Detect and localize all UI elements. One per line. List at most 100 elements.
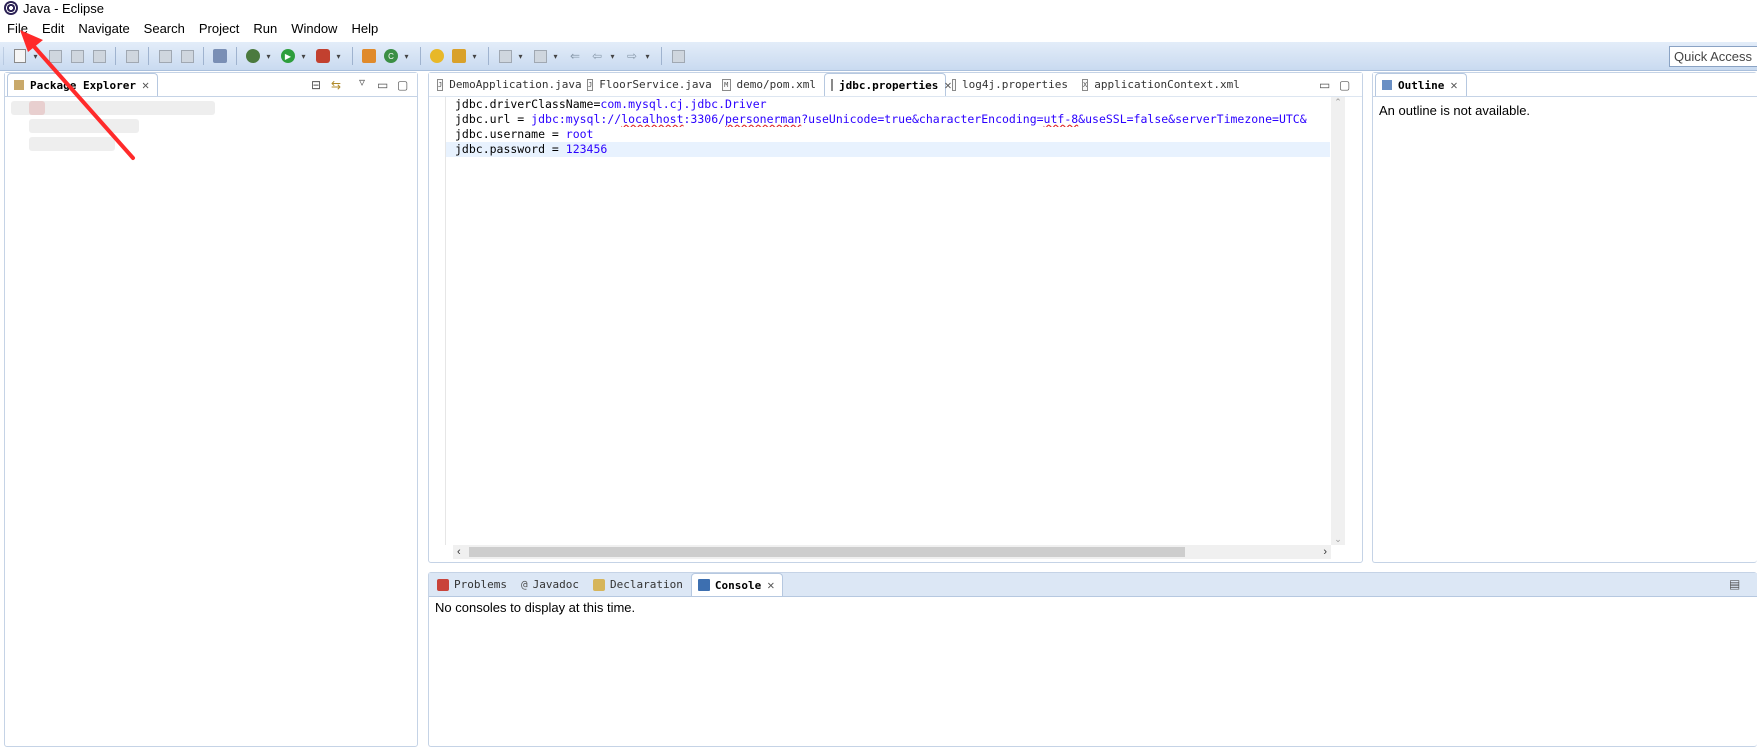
property-value: root [565, 127, 594, 141]
tab-log4j-properties[interactable]: log4j.properties [946, 73, 1076, 96]
open-type-icon[interactable] [428, 47, 446, 65]
search-dropdown-icon[interactable]: ▾ [470, 52, 479, 61]
new-package-icon[interactable] [360, 47, 378, 65]
prev-annotation-dropdown-icon[interactable]: ▾ [551, 52, 560, 61]
debug-icon[interactable] [244, 47, 262, 65]
toolbar-separator [352, 47, 353, 65]
toolbar-separator [420, 47, 421, 65]
menu-window[interactable]: Window [284, 18, 344, 40]
tab-jdbc-properties[interactable]: jdbc.properties ✕ [824, 73, 952, 96]
quick-access-input[interactable]: Quick Access [1669, 46, 1757, 67]
binary-icon[interactable] [123, 47, 141, 65]
url-segment: :3306/ [683, 112, 726, 126]
toolbar-separator [148, 47, 149, 65]
menu-run[interactable]: Run [246, 18, 284, 40]
tab-pom-xml[interactable]: M demo/pom.xml [716, 73, 824, 96]
package-explorer-tabbar: Package Explorer ✕ [5, 73, 417, 97]
tab-demoapplication-java[interactable]: J DemoApplication.java [431, 73, 582, 96]
menu-search[interactable]: Search [137, 18, 192, 40]
view-menu-icon[interactable]: ▿ [359, 75, 365, 89]
debug-dropdown-icon[interactable]: ▾ [264, 52, 273, 61]
pin-editor-icon[interactable] [669, 47, 687, 65]
code-line-current[interactable]: jdbc.password = 123456 [446, 142, 1330, 157]
tree-item-blurred[interactable] [29, 137, 115, 151]
property-key: jdbc.driverClassName= [455, 97, 601, 111]
minimize-icon[interactable]: ▭ [1319, 78, 1330, 92]
next-annotation-dropdown-icon[interactable]: ▾ [516, 52, 525, 61]
outline-icon [1382, 80, 1392, 90]
toggle-mark-icon[interactable] [156, 47, 174, 65]
menu-project[interactable]: Project [192, 18, 246, 40]
bottom-tabbar: Problems @ Javadoc Declaration Console ✕ [429, 573, 1757, 597]
tab-applicationcontext-xml[interactable]: X applicationContext.xml [1076, 73, 1240, 96]
tab-javadoc[interactable]: @ Javadoc [515, 573, 587, 596]
maven-file-icon: M [722, 78, 731, 91]
tab-console[interactable]: Console ✕ [690, 573, 784, 596]
eclipse-logo-icon [4, 1, 18, 15]
collapse-all-icon[interactable]: ⊟ [311, 78, 321, 92]
tab-label: Problems [454, 578, 507, 591]
toolbar-separator [203, 47, 204, 65]
vertical-scrollbar[interactable]: ⌃ ⌄ [1331, 97, 1345, 545]
url-segment: jdbc:mysql:// [531, 112, 622, 126]
menu-edit[interactable]: Edit [35, 18, 71, 40]
back-dropdown-icon[interactable]: ▾ [608, 52, 617, 61]
forward-dropdown-icon[interactable]: ▾ [643, 52, 652, 61]
forward-icon[interactable]: ⇨ [623, 47, 641, 65]
print-icon[interactable] [90, 47, 108, 65]
back-icon[interactable]: ⇦ [588, 47, 606, 65]
code-line[interactable]: jdbc.driverClassName=com.mysql.cj.jdbc.D… [446, 97, 1330, 112]
console-message: No consoles to display at this time. [435, 600, 636, 615]
run-icon[interactable]: ▶ [279, 47, 297, 65]
new-dropdown-icon[interactable]: ▾ [31, 52, 40, 61]
close-icon[interactable]: ✕ [142, 78, 149, 92]
save-all-icon[interactable] [68, 47, 86, 65]
tab-label: Outline [1398, 78, 1445, 92]
new-class-icon[interactable]: C [382, 47, 400, 65]
new-icon[interactable] [11, 47, 29, 65]
show-whitespace-icon[interactable] [178, 47, 196, 65]
tab-declaration[interactable]: Declaration [587, 573, 691, 596]
code-line[interactable]: jdbc.url = jdbc:mysql://localhost:3306/p… [446, 112, 1330, 127]
tab-outline[interactable]: Outline ✕ [1375, 73, 1467, 96]
external-tools-dropdown-icon[interactable]: ▾ [334, 52, 343, 61]
open-console-icon[interactable]: ▤ [1729, 577, 1740, 591]
maximize-icon[interactable]: ▢ [1339, 78, 1350, 92]
external-tools-icon[interactable] [314, 47, 332, 65]
scroll-left-icon[interactable]: ‹ [457, 545, 461, 559]
prev-annotation-icon[interactable] [531, 47, 549, 65]
search-icon[interactable] [450, 47, 468, 65]
maximize-icon[interactable]: ▢ [397, 78, 408, 92]
new-class-dropdown-icon[interactable]: ▾ [402, 52, 411, 61]
close-icon[interactable]: ✕ [1450, 78, 1457, 92]
tab-floorservice-java[interactable]: J FloorService.java [581, 73, 716, 96]
link-with-editor-icon[interactable]: ⇆ [331, 78, 341, 92]
close-icon[interactable]: ✕ [767, 578, 774, 592]
code-editor[interactable]: jdbc.driverClassName=com.mysql.cj.jdbc.D… [445, 97, 1330, 545]
scrollbar-thumb[interactable] [469, 547, 1185, 557]
scroll-down-icon[interactable]: ⌄ [1331, 534, 1345, 545]
menu-file[interactable]: File [0, 18, 35, 40]
scroll-up-icon[interactable]: ⌃ [1331, 97, 1345, 108]
menu-navigate[interactable]: Navigate [71, 18, 136, 40]
code-line[interactable]: jdbc.username = root [446, 127, 1330, 142]
skip-breakpoints-icon[interactable] [211, 47, 229, 65]
minimize-icon[interactable]: ▭ [377, 78, 388, 92]
save-icon[interactable] [46, 47, 64, 65]
run-dropdown-icon[interactable]: ▾ [299, 52, 308, 61]
property-value: jdbc:mysql://localhost:3306/personerman?… [531, 112, 1306, 126]
java-file-icon: J [587, 78, 594, 91]
scroll-right-icon[interactable]: › [1323, 545, 1327, 559]
tree-item-blurred[interactable] [29, 119, 139, 133]
tab-problems[interactable]: Problems [431, 573, 515, 596]
tab-label: FloorService.java [599, 78, 712, 91]
menu-help[interactable]: Help [344, 18, 385, 40]
last-edit-icon[interactable]: ⇐ [566, 47, 584, 65]
next-annotation-icon[interactable] [496, 47, 514, 65]
outline-tabbar: Outline ✕ [1373, 73, 1757, 97]
property-key: jdbc.password = [455, 142, 566, 156]
horizontal-scrollbar[interactable]: ‹ › [453, 545, 1331, 559]
tree-item-blurred [29, 101, 45, 115]
tab-package-explorer[interactable]: Package Explorer ✕ [7, 73, 159, 96]
tab-label: Package Explorer [30, 78, 136, 92]
